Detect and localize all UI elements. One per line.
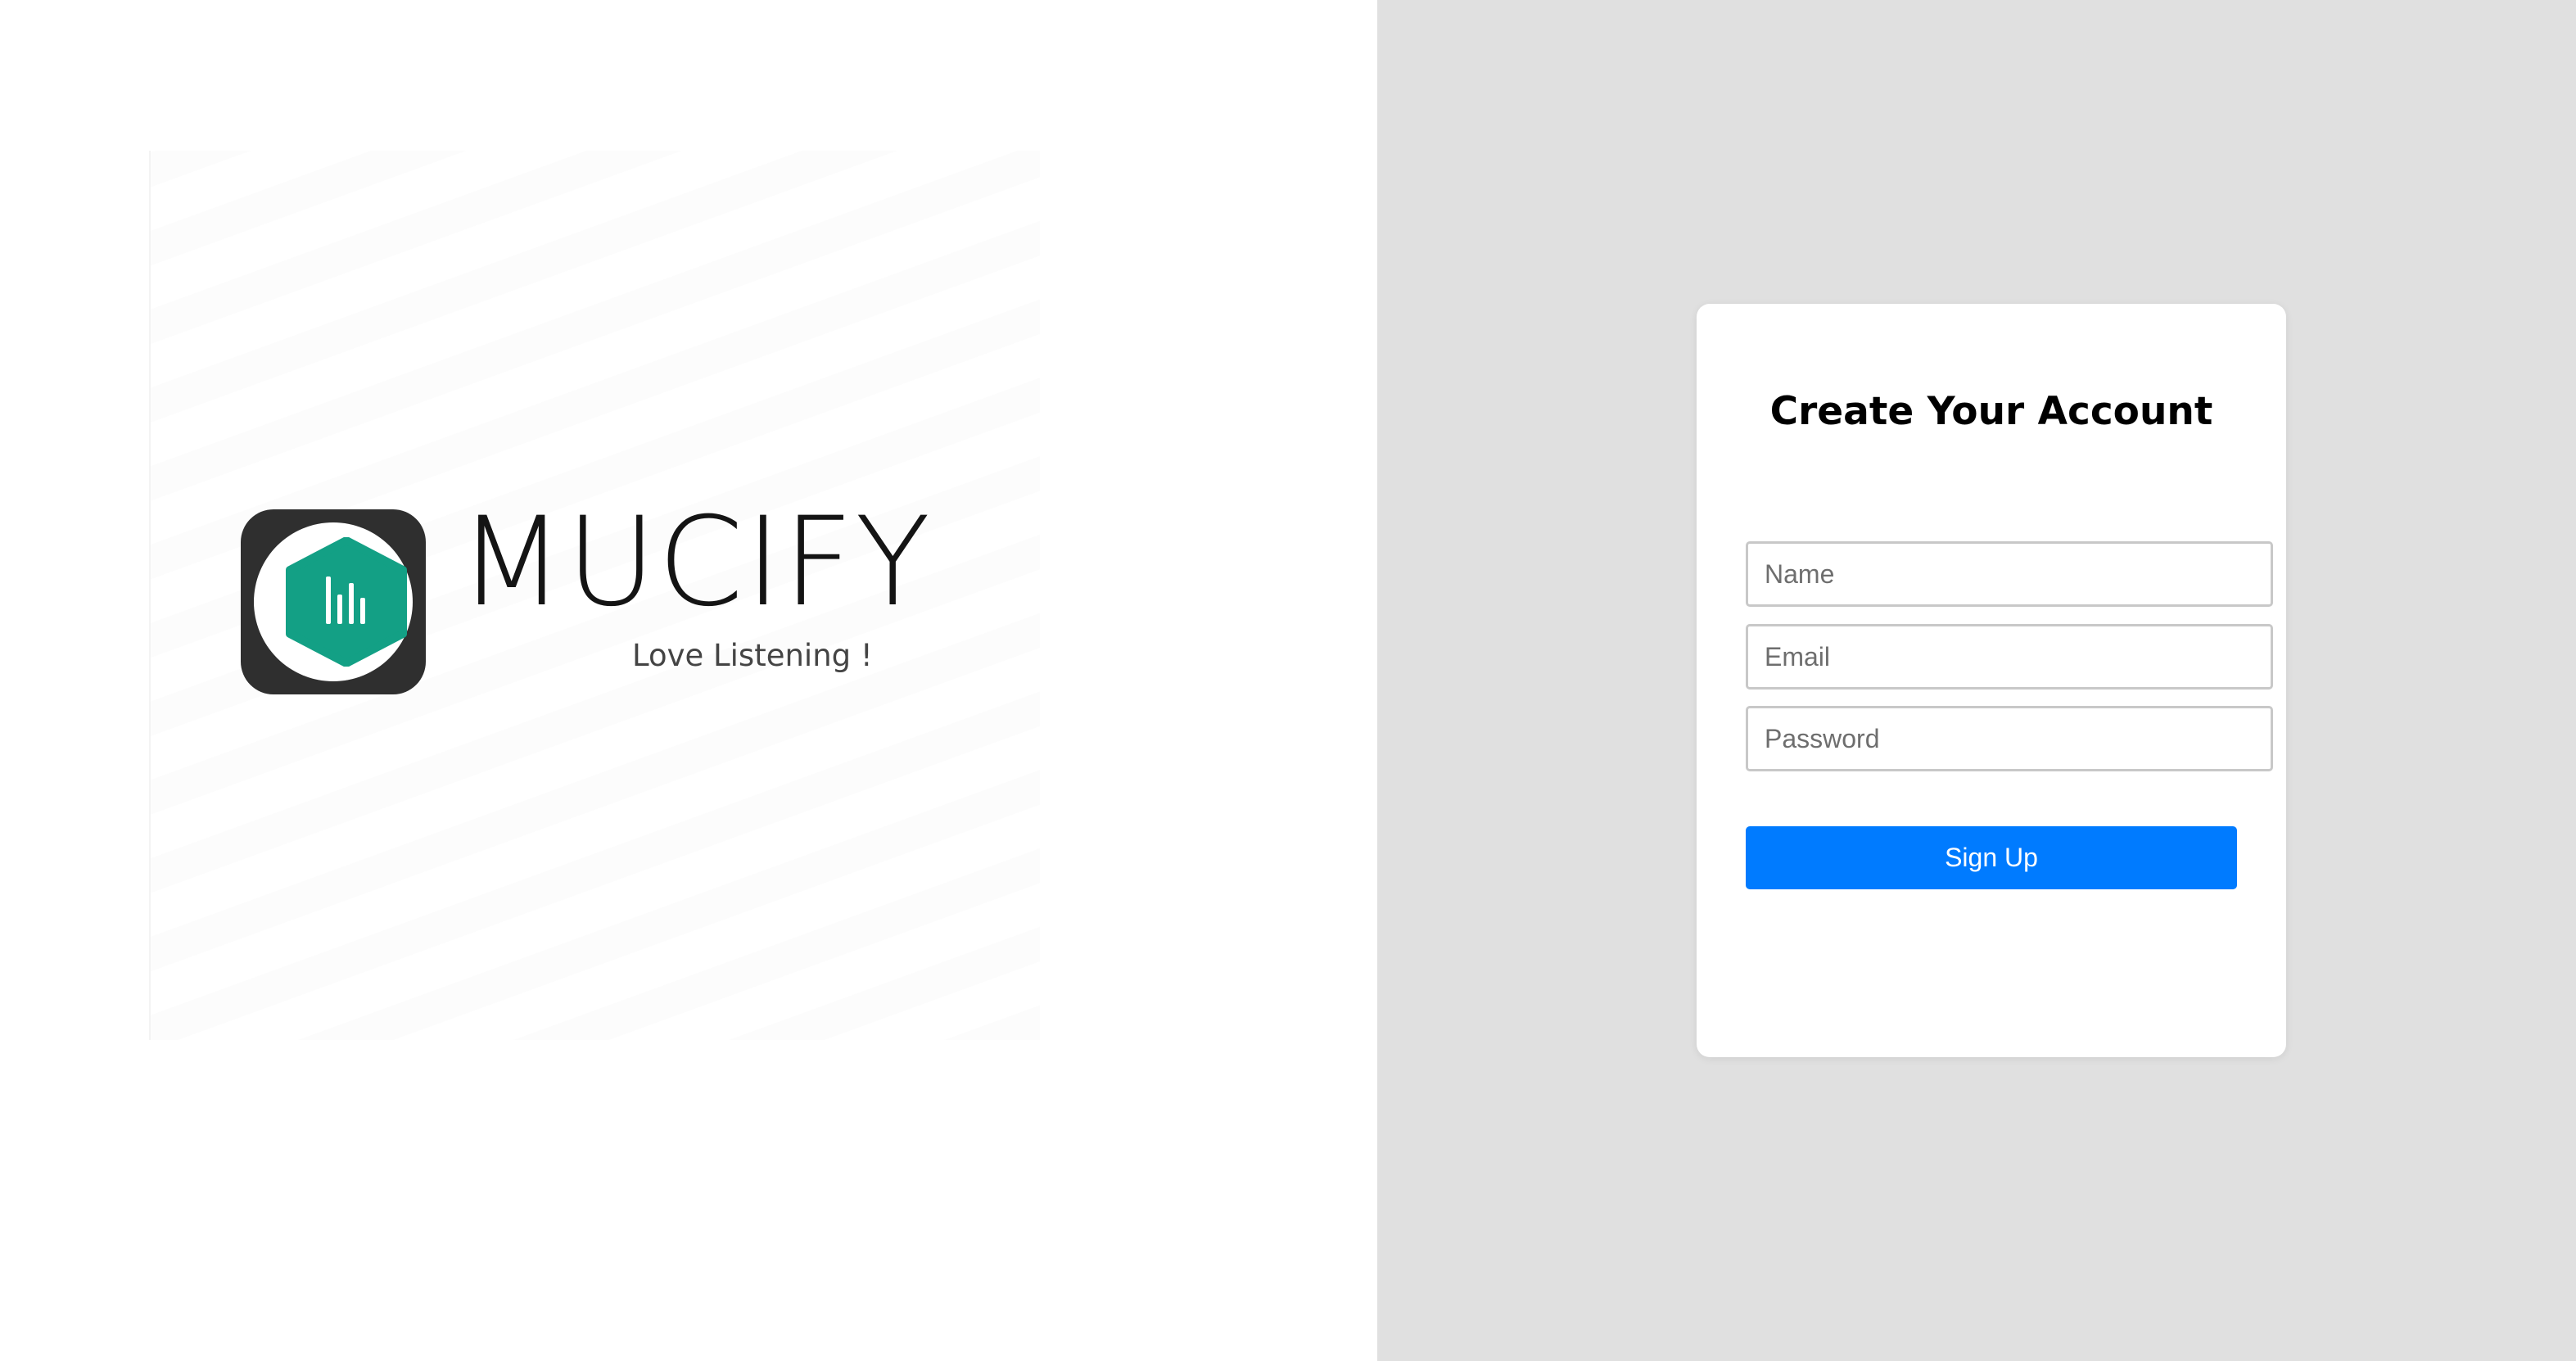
signup-page: MUCIFY Love Listening ! Create Your Acco… [0, 0, 2576, 1361]
signup-panel: Create Your Account Sign Up [1377, 0, 2576, 1361]
form-title: Create Your Account [1769, 389, 2213, 434]
brand-tagline: Love Listening ! [632, 638, 873, 673]
app-logo-icon [241, 509, 426, 694]
email-input[interactable] [1746, 624, 2273, 690]
name-input[interactable] [1746, 541, 2273, 607]
brand-name: MUCIFY [459, 491, 933, 634]
signup-card: Create Your Account Sign Up [1697, 304, 2286, 1057]
equalizer-hexagon-icon [286, 537, 407, 667]
password-input[interactable] [1746, 706, 2273, 771]
brand-panel: MUCIFY Love Listening ! [0, 0, 1377, 1361]
sign-up-button[interactable]: Sign Up [1746, 826, 2237, 889]
